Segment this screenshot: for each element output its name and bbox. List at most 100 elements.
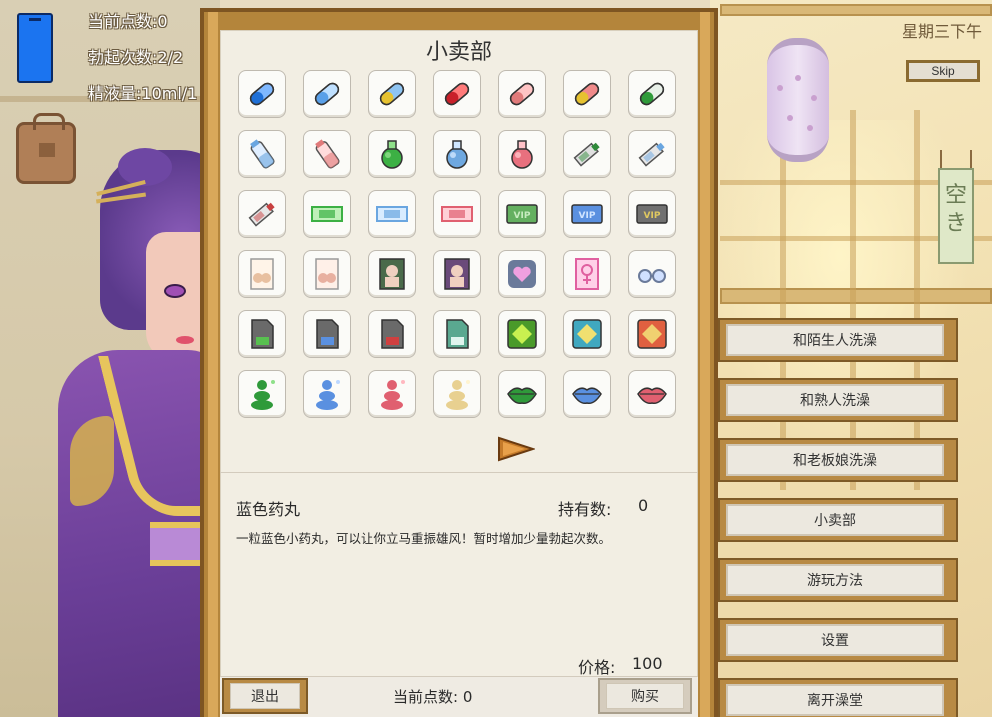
menu-button-label: 和老板娘洗澡 <box>726 444 944 476</box>
shop-item-green-sd-card[interactable] <box>238 310 286 358</box>
menu-button-label: 离开澡堂 <box>726 684 944 716</box>
menu-how-to-play[interactable]: 游玩方法 <box>718 558 958 602</box>
shop-points-display: 当前点数: 0 <box>393 688 473 706</box>
menu-bathe-stranger[interactable]: 和陌生人洗澡 <box>718 318 958 362</box>
shop-item-red-ticket[interactable] <box>433 190 481 238</box>
shop-item-cloud-sd-card[interactable] <box>433 310 481 358</box>
svg-text:VIP: VIP <box>644 211 661 221</box>
red-sd-card-icon <box>381 319 404 349</box>
menu-leave-bathhouse[interactable]: 离开澡堂 <box>718 678 958 717</box>
light-blue-pill-icon <box>314 82 340 106</box>
banner-string <box>940 150 972 170</box>
character-eye <box>164 284 186 298</box>
exit-button[interactable]: 退出 <box>222 678 308 714</box>
shop-title: 小卖部 <box>425 40 492 65</box>
menu-bathe-acquaintance[interactable]: 和熟人洗澡 <box>718 378 958 422</box>
semen-meter: 精液量:10ml/1 <box>88 84 198 103</box>
svg-text:VIP: VIP <box>514 211 531 221</box>
shop-item-blue-pill[interactable] <box>238 70 286 118</box>
glasses-icon <box>638 269 666 283</box>
orange-box-icon <box>637 319 667 349</box>
pink-potion-icon <box>511 140 533 169</box>
shop-item-pink-bottle[interactable] <box>303 130 351 178</box>
green-lips-icon <box>507 387 537 405</box>
shop-item-yellow-pink-pill[interactable] <box>563 70 611 118</box>
shop-item-blue-potion[interactable] <box>433 130 481 178</box>
pink-lips-icon <box>637 387 667 405</box>
shop-item-glasses[interactable] <box>628 250 676 298</box>
menu-bathe-proprietress[interactable]: 和老板娘洗澡 <box>718 438 958 482</box>
selected-item-description: 一粒蓝色小药丸，可以让你立马重振雄风！暂时增加少量勃起次数。 <box>236 531 612 546</box>
ceiling-beam <box>720 4 992 16</box>
shop-divider <box>220 472 698 473</box>
shop-item-green-figure[interactable] <box>238 370 286 418</box>
shop-item-portrait-card-2[interactable] <box>433 250 481 298</box>
female-symbol-book-icon <box>575 258 599 290</box>
shop-item-blue-tube[interactable] <box>628 130 676 178</box>
shop-item-green-potion[interactable] <box>368 130 416 178</box>
shop-item-g-cup-card[interactable] <box>303 250 351 298</box>
menu-button-label: 游玩方法 <box>726 564 944 596</box>
owned-count-value: 0 <box>638 496 649 515</box>
shop-item-yellow-blue-pill[interactable] <box>368 70 416 118</box>
svg-text:VIP: VIP <box>579 211 596 221</box>
shop-item-gray-vip-card[interactable]: VIP <box>628 190 676 238</box>
phone-icon[interactable] <box>17 13 53 83</box>
points-counter: 当前点数:0 <box>88 12 168 31</box>
lattice-bar <box>914 110 920 490</box>
green-sd-card-icon <box>251 319 274 349</box>
skip-button[interactable]: Skip <box>906 60 980 82</box>
next-page-arrow-icon[interactable] <box>497 436 535 462</box>
shop-item-heart-card[interactable] <box>498 250 546 298</box>
lattice-bar <box>850 110 856 490</box>
backpack-icon[interactable] <box>16 113 76 184</box>
shop-item-e-cup-card[interactable] <box>238 250 286 298</box>
shop-item-cyan-box[interactable] <box>563 310 611 358</box>
shop-item-red-figure[interactable] <box>368 370 416 418</box>
shop-item-cream-figure[interactable] <box>433 370 481 418</box>
shop-item-blue-bottle[interactable] <box>238 130 286 178</box>
shop-item-grid: VIP VIP VIP <box>238 70 676 418</box>
shop-item-green-vip-card[interactable]: VIP <box>498 190 546 238</box>
shop-item-blue-lips[interactable] <box>563 370 611 418</box>
yellow-pink-pill-icon <box>574 82 600 106</box>
shop-item-green-ticket[interactable] <box>303 190 351 238</box>
cloud-sd-card-icon <box>446 319 469 349</box>
shop-item-light-blue-pill[interactable] <box>303 70 351 118</box>
erection-counter: 勃起次数:2/2 <box>88 48 184 67</box>
shop-item-red-tube[interactable] <box>238 190 286 238</box>
shop-item-red-pill[interactable] <box>433 70 481 118</box>
menu-settings[interactable]: 设置 <box>718 618 958 662</box>
owned-count-label: 持有数: <box>558 500 612 519</box>
shop-item-female-symbol-book[interactable] <box>563 250 611 298</box>
heart-card-icon <box>508 260 536 288</box>
shop-item-pink-lips[interactable] <box>628 370 676 418</box>
shop-item-red-sd-card[interactable] <box>368 310 416 358</box>
shop-item-blue-vip-card[interactable]: VIP <box>563 190 611 238</box>
shop-item-orange-box[interactable] <box>628 310 676 358</box>
menu-button-label: 和熟人洗澡 <box>726 384 944 416</box>
blue-vip-card-icon: VIP <box>571 204 603 224</box>
shop-item-lime-box[interactable] <box>498 310 546 358</box>
shop-item-green-lips[interactable] <box>498 370 546 418</box>
shop-item-pink-potion[interactable] <box>498 130 546 178</box>
buy-button[interactable]: 购买 <box>598 678 692 714</box>
menu-button-label: 设置 <box>726 624 944 656</box>
menu-shop[interactable]: 小卖部 <box>718 498 958 542</box>
shop-item-green-tube[interactable] <box>563 130 611 178</box>
shop-item-blue-sd-card[interactable] <box>303 310 351 358</box>
shop-item-pink-pill[interactable] <box>498 70 546 118</box>
shop-item-green-pill[interactable] <box>628 70 676 118</box>
e-cup-card-icon <box>250 258 274 290</box>
shop-item-blue-figure[interactable] <box>303 370 351 418</box>
lime-box-icon <box>507 319 537 349</box>
shop-item-blue-ticket[interactable] <box>368 190 416 238</box>
yellow-blue-pill-icon <box>379 82 405 106</box>
cyan-box-icon <box>572 319 602 349</box>
blue-pill-icon <box>249 82 275 106</box>
shop-item-portrait-card-1[interactable] <box>368 250 416 298</box>
gray-vip-card-icon: VIP <box>636 204 668 224</box>
pink-bottle-icon <box>315 139 340 169</box>
green-vip-card-icon: VIP <box>506 204 538 224</box>
blue-bottle-icon <box>250 139 275 169</box>
